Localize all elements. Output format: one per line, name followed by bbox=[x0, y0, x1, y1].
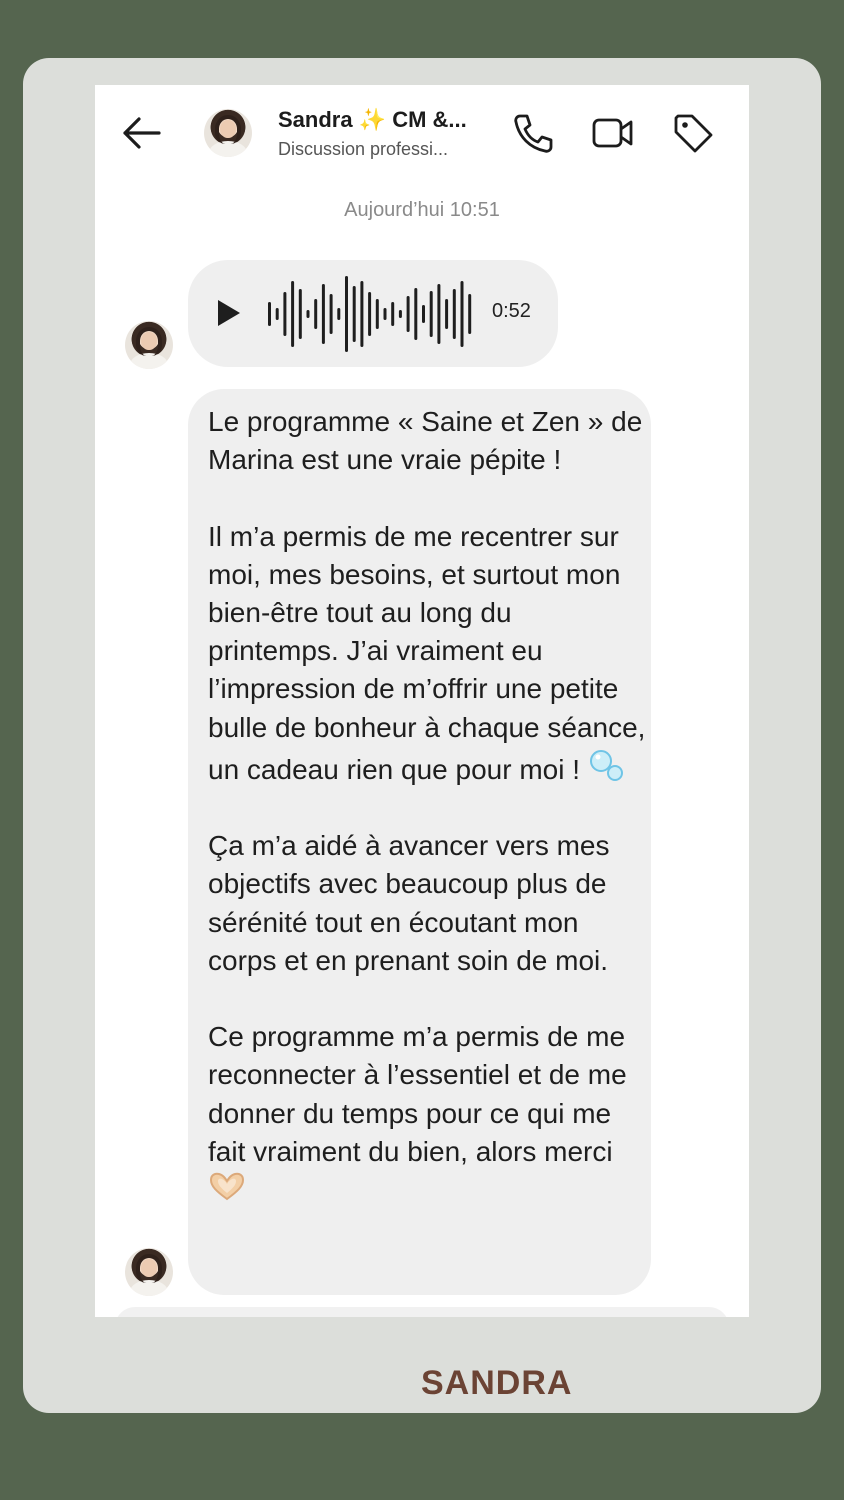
waveform-bar bbox=[345, 276, 348, 352]
waveform-bar bbox=[329, 294, 333, 334]
waveform-bar bbox=[445, 299, 449, 329]
contact-subtitle: Discussion professi... bbox=[278, 139, 449, 159]
message-text: Le programme « Saine et Zen » de Marina … bbox=[208, 403, 648, 1209]
waveform-bar bbox=[360, 281, 364, 347]
audio-duration: 0:52 bbox=[492, 300, 531, 322]
waveform-bar bbox=[375, 299, 379, 329]
waveform-bar bbox=[275, 308, 279, 320]
tag-icon[interactable] bbox=[671, 111, 715, 155]
waveform-bar bbox=[321, 284, 325, 344]
avatar[interactable] bbox=[125, 1248, 173, 1296]
chat-header: Sandra ✨ CM &... Discussion professi... bbox=[95, 85, 749, 185]
chat-screenshot: Sandra ✨ CM &... Discussion professi... … bbox=[95, 85, 749, 1317]
waveform-bar bbox=[298, 289, 302, 339]
waveform-bar bbox=[422, 305, 425, 323]
message-paragraph: Ce programme m’a permis de me reconnecte… bbox=[208, 1018, 648, 1209]
waveform-bar bbox=[314, 299, 318, 329]
next-message-bubble bbox=[115, 1307, 729, 1317]
waveform-bar bbox=[337, 308, 341, 320]
story-card: Sandra ✨ CM &... Discussion professi... … bbox=[23, 58, 821, 1413]
waveform-bar bbox=[291, 281, 295, 347]
message-paragraph: Le programme « Saine et Zen » de Marina … bbox=[208, 406, 643, 476]
waveform-bar bbox=[283, 292, 287, 336]
waveform-bar bbox=[468, 294, 472, 334]
waveform-bar bbox=[383, 308, 387, 320]
caption: SANDRA bbox=[421, 1364, 573, 1402]
waveform-bar bbox=[368, 292, 372, 336]
waveform-bar bbox=[414, 288, 418, 340]
message-timestamp: Aujourd’hui 10:51 bbox=[344, 199, 500, 221]
waveform-bar bbox=[406, 296, 410, 332]
contact-name: Sandra ✨ CM &... bbox=[278, 107, 467, 132]
waveform-bar bbox=[352, 286, 356, 342]
waveform-bar bbox=[398, 310, 402, 318]
message-paragraph: Ça m’a aidé à avancer vers mes objectifs… bbox=[208, 830, 610, 976]
avatar[interactable] bbox=[204, 109, 252, 157]
contact-info[interactable]: Sandra ✨ CM &... Discussion professi... bbox=[278, 107, 488, 160]
waveform-bar bbox=[268, 302, 271, 326]
bubbles-emoji bbox=[589, 749, 623, 781]
waveform-bar bbox=[306, 310, 310, 318]
avatar[interactable] bbox=[125, 321, 173, 369]
audio-waveform[interactable] bbox=[266, 274, 480, 354]
play-icon[interactable] bbox=[214, 296, 244, 330]
waveform-bar bbox=[391, 302, 395, 326]
phone-icon[interactable] bbox=[511, 111, 555, 155]
waveform-bar bbox=[437, 284, 441, 344]
text-message-bubble[interactable]: Le programme « Saine et Zen » de Marina … bbox=[188, 389, 651, 1295]
heart-hands-emoji bbox=[209, 1172, 245, 1201]
waveform-bar bbox=[452, 289, 456, 339]
arrow-left-icon[interactable] bbox=[119, 113, 163, 153]
video-camera-icon[interactable] bbox=[591, 111, 635, 155]
waveform-bar bbox=[460, 281, 464, 347]
waveform-bar bbox=[429, 291, 433, 337]
message-paragraph: Il m’a permis de me recentrer sur moi, m… bbox=[208, 520, 646, 785]
audio-message-bubble[interactable]: 0:52 bbox=[188, 260, 558, 367]
